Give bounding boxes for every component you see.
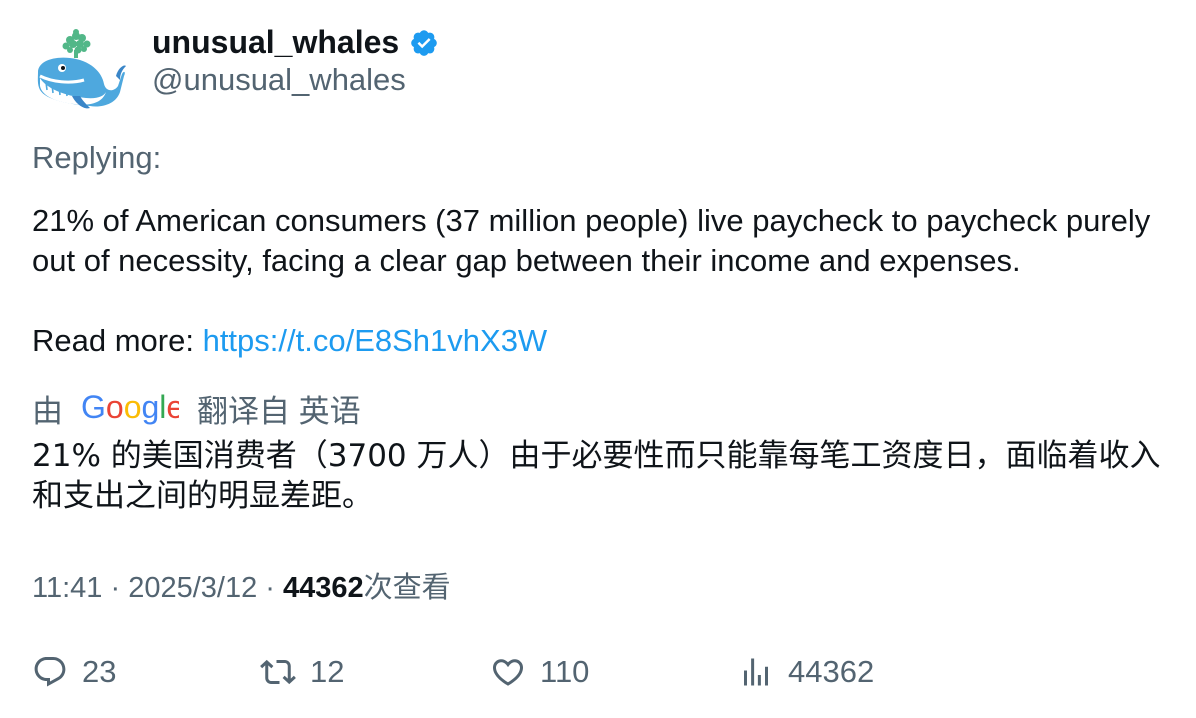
like-count: 110 <box>540 654 590 689</box>
heart-icon <box>492 659 524 686</box>
analytics-icon <box>744 658 768 686</box>
tweet-text: 21% of American consumers (37 million pe… <box>32 201 1172 361</box>
google-logo: Google <box>81 389 184 426</box>
translation-attribution: 由 Google 翻译自 英语 <box>32 386 361 430</box>
translated-text: 21% 的美国消费者（3700 万人）由于必要性而只能靠每笔工资度日，面临着收入… <box>32 438 1161 514</box>
verified-badge-icon <box>409 28 439 58</box>
whale-avatar-icon <box>37 29 126 109</box>
meta-separator: · <box>257 572 283 604</box>
views-count-action: 44362 <box>788 654 875 689</box>
translation-prefix: 由 <box>32 393 63 429</box>
avatar[interactable] <box>32 26 126 112</box>
read-more-label: Read more: <box>32 323 203 358</box>
user-handle[interactable]: @unusual_whales <box>152 62 406 98</box>
like-button[interactable]: 110 <box>490 648 589 696</box>
display-name[interactable]: unusual_whales <box>152 24 399 61</box>
tweet-meta: 11:41 · 2025/3/12 · 44362 次查看 <box>32 564 451 606</box>
tweet-link[interactable]: https://t.co/E8Sh1vhX3W <box>203 323 548 358</box>
replying-label: Replying: <box>32 140 162 175</box>
meta-separator: · <box>102 572 129 604</box>
tweet-date[interactable]: 2025/3/12 <box>128 572 257 605</box>
views-button[interactable]: 44362 <box>738 648 874 696</box>
translation-suffix[interactable]: 翻译自 英语 <box>197 386 361 431</box>
action-bar: 23 12 110 44362 <box>32 648 1172 696</box>
reply-count: 23 <box>82 654 117 689</box>
retweet-count: 12 <box>310 654 345 689</box>
retweet-button[interactable]: 12 <box>260 648 344 696</box>
retweet-icon <box>260 659 296 685</box>
tweet-body: 21% of American consumers (37 million pe… <box>32 203 1151 278</box>
views-count: 44362 <box>283 572 364 604</box>
reply-button[interactable]: 23 <box>32 648 116 696</box>
views-label: 次查看 <box>363 572 451 604</box>
read-more-line: Read more: https://t.co/E8Sh1vhX3W <box>32 321 1172 361</box>
author-name-row: unusual_whales <box>152 22 439 62</box>
tweet-time[interactable]: 11:41 <box>32 572 102 605</box>
svg-text:Google: Google <box>81 390 179 425</box>
reply-icon <box>34 657 66 687</box>
